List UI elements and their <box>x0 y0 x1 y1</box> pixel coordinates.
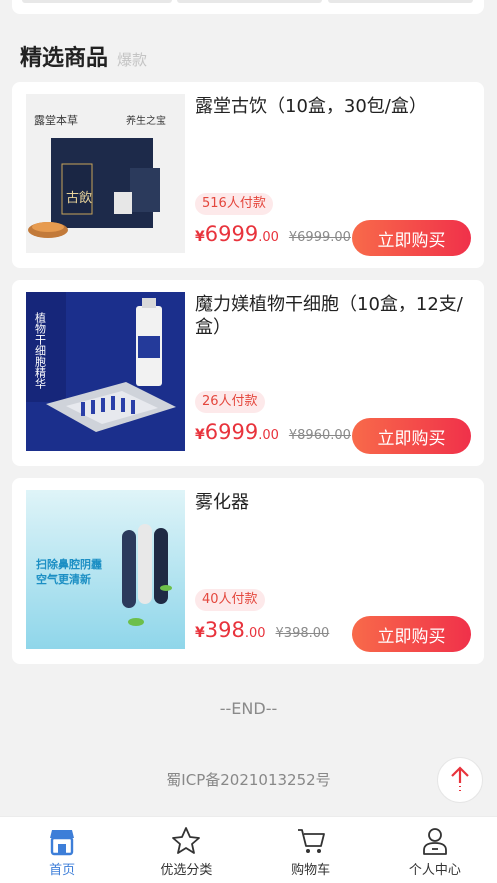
currency-symbol: ¥ <box>195 427 205 443</box>
product-image[interactable]: 扫除鼻腔阴霾 空气更清新 <box>26 490 185 649</box>
buy-now-button[interactable]: 立即购买 <box>352 220 471 256</box>
section-subtitle: 爆款 <box>117 51 148 69</box>
original-price: ¥6999.00 <box>288 230 351 245</box>
sales-count-badge: 40人付款 <box>195 589 265 611</box>
image-caption-1: 露堂本草 <box>34 113 78 127</box>
section-header: 精选商品 爆款 <box>20 40 147 72</box>
price-row: ¥ 6999 .00 ¥6999.00 <box>195 222 351 246</box>
shop-icon <box>50 830 75 856</box>
tab-label: 个人中心 <box>408 863 461 878</box>
section-title: 精选商品 <box>20 46 109 71</box>
currency-symbol: ¥ <box>195 625 205 641</box>
price-decimal: .00 <box>258 428 279 443</box>
image-caption-1: 扫除鼻腔阴霾 <box>36 557 102 571</box>
image-caption-2: 养生之宝 <box>126 114 166 127</box>
tab-cart[interactable]: 购物车 <box>249 817 373 883</box>
tab-category[interactable]: 优选分类 <box>124 817 248 883</box>
tab-label: 首页 <box>49 863 76 878</box>
price-integer: 6999 <box>204 420 259 444</box>
sales-count-badge: 516人付款 <box>195 193 273 215</box>
price-decimal: .00 <box>258 230 279 245</box>
image-caption-2: 空气更清新 <box>36 572 91 586</box>
product-image[interactable]: 露堂本草 养生之宝 古飲 <box>26 94 185 253</box>
product-title[interactable]: 露堂古饮（10盒，30包/盒） <box>195 95 470 118</box>
icp-record-text[interactable]: 蜀ICP备2021013252号 <box>0 769 497 790</box>
star-icon <box>172 827 201 854</box>
product-card[interactable]: 露堂本草 养生之宝 古飲 露堂古饮（10盒，30包/盒） 516人付款 ¥ 69… <box>12 82 484 268</box>
original-price: ¥398.00 <box>275 626 330 641</box>
image-logo-text: 古飲 <box>66 190 92 206</box>
arrow-up-icon <box>451 766 469 791</box>
buy-now-button[interactable]: 立即购买 <box>352 418 471 454</box>
product-title[interactable]: 雾化器 <box>195 491 470 514</box>
currency-symbol: ¥ <box>195 229 205 245</box>
price-row: ¥ 6999 .00 ¥8960.00 <box>195 420 351 444</box>
tab-label: 购物车 <box>291 863 331 878</box>
price-integer: 398 <box>204 618 245 642</box>
end-of-list-text: --END-- <box>219 699 278 718</box>
user-icon <box>422 828 447 855</box>
buy-now-button[interactable]: 立即购买 <box>352 616 471 652</box>
previous-section-edge <box>12 0 484 14</box>
back-to-top-button[interactable] <box>437 757 483 803</box>
bottom-tab-bar: 首页 优选分类 购物车 个人中心 <box>0 816 497 883</box>
original-price: ¥8960.00 <box>288 428 351 443</box>
sales-count-badge: 26人付款 <box>195 391 265 413</box>
product-card[interactable]: 植物干细胞精华 魔力媄植物干细胞（10盒，12支/盒） 26人付款 ¥ 6999… <box>12 280 484 466</box>
product-title[interactable]: 魔力媄植物干细胞（10盒，12支/盒） <box>195 293 470 339</box>
tab-home[interactable]: 首页 <box>0 817 124 883</box>
tab-profile[interactable]: 个人中心 <box>373 817 497 883</box>
product-card[interactable]: 扫除鼻腔阴霾 空气更清新 雾化器 40人付款 ¥ 398 .00 ¥398.00… <box>12 478 484 664</box>
price-integer: 6999 <box>204 222 259 246</box>
tab-label: 优选分类 <box>160 863 213 878</box>
image-caption-1: 植物干细胞精华 <box>34 311 47 389</box>
price-decimal: .00 <box>244 626 266 641</box>
product-image[interactable]: 植物干细胞精华 <box>26 292 185 451</box>
price-row: ¥ 398 .00 ¥398.00 <box>195 618 329 642</box>
cart-icon <box>297 829 325 853</box>
